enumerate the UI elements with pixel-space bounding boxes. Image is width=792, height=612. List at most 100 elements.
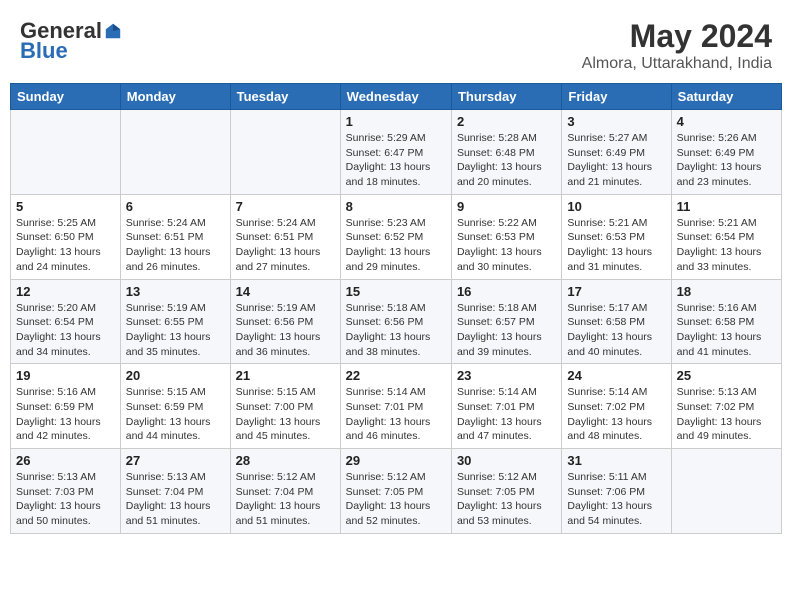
day-info: Sunrise: 5:14 AMSunset: 7:01 PMDaylight:… <box>346 385 446 444</box>
weekday-header-row: SundayMondayTuesdayWednesdayThursdayFrid… <box>11 84 782 110</box>
calendar-day-13: 13 Sunrise: 5:19 AMSunset: 6:55 PMDayligh… <box>120 279 230 364</box>
day-info: Sunrise: 5:12 AMSunset: 7:04 PMDaylight:… <box>236 470 335 529</box>
day-number: 28 <box>236 453 335 468</box>
day-info: Sunrise: 5:21 AMSunset: 6:53 PMDaylight:… <box>567 216 665 275</box>
calendar-day-8: 8 Sunrise: 5:23 AMSunset: 6:52 PMDaylight… <box>340 194 451 279</box>
day-number: 8 <box>346 199 446 214</box>
day-number: 31 <box>567 453 665 468</box>
day-number: 4 <box>677 114 776 129</box>
calendar-day-18: 18 Sunrise: 5:16 AMSunset: 6:58 PMDayligh… <box>671 279 781 364</box>
day-info: Sunrise: 5:28 AMSunset: 6:48 PMDaylight:… <box>457 131 556 190</box>
weekday-header-thursday: Thursday <box>451 84 561 110</box>
day-number: 19 <box>16 368 115 383</box>
day-number: 10 <box>567 199 665 214</box>
day-number: 9 <box>457 199 556 214</box>
calendar-day-11: 11 Sunrise: 5:21 AMSunset: 6:54 PMDayligh… <box>671 194 781 279</box>
day-number: 11 <box>677 199 776 214</box>
calendar-day-27: 27 Sunrise: 5:13 AMSunset: 7:04 PMDayligh… <box>120 449 230 534</box>
day-number: 1 <box>346 114 446 129</box>
calendar-empty-cell <box>120 110 230 195</box>
day-info: Sunrise: 5:16 AMSunset: 6:58 PMDaylight:… <box>677 301 776 360</box>
calendar-day-29: 29Sunrise: 5:12 AMSunset: 7:05 PMDayligh… <box>340 449 451 534</box>
day-info: Sunrise: 5:25 AMSunset: 6:50 PMDaylight:… <box>16 216 115 275</box>
calendar-week-row: 1 Sunrise: 5:29 AMSunset: 6:47 PMDaylight… <box>11 110 782 195</box>
calendar-day-21: 21 Sunrise: 5:15 AMSunset: 7:00 PMDayligh… <box>230 364 340 449</box>
calendar-day-31: 31 Sunrise: 5:11 AMSunset: 7:06 PMDayligh… <box>562 449 671 534</box>
day-number: 15 <box>346 284 446 299</box>
day-number: 6 <box>126 199 225 214</box>
day-info: Sunrise: 5:26 AMSunset: 6:49 PMDaylight:… <box>677 131 776 190</box>
month-title: May 2024 <box>582 18 772 55</box>
calendar-day-28: 28 Sunrise: 5:12 AMSunset: 7:04 PMDayligh… <box>230 449 340 534</box>
day-info: Sunrise: 5:21 AMSunset: 6:54 PMDaylight:… <box>677 216 776 275</box>
day-number: 21 <box>236 368 335 383</box>
logo-icon <box>104 22 122 40</box>
calendar-week-row: 5 Sunrise: 5:25 AMSunset: 6:50 PMDaylight… <box>11 194 782 279</box>
day-info: Sunrise: 5:12 AMSunset: 7:05 PMDaylight:… <box>457 470 556 529</box>
day-info: Sunrise: 5:12 AMSunset: 7:05 PMDaylight:… <box>346 470 446 529</box>
day-info: Sunrise: 5:16 AMSunset: 6:59 PMDaylight:… <box>16 385 115 444</box>
calendar-day-9: 9 Sunrise: 5:22 AMSunset: 6:53 PMDaylight… <box>451 194 561 279</box>
day-number: 26 <box>16 453 115 468</box>
calendar-day-23: 23 Sunrise: 5:14 AMSunset: 7:01 PMDayligh… <box>451 364 561 449</box>
calendar-day-4: 4 Sunrise: 5:26 AMSunset: 6:49 PMDaylight… <box>671 110 781 195</box>
day-info: Sunrise: 5:13 AMSunset: 7:04 PMDaylight:… <box>126 470 225 529</box>
day-number: 5 <box>16 199 115 214</box>
day-number: 14 <box>236 284 335 299</box>
day-number: 7 <box>236 199 335 214</box>
calendar-day-7: 7 Sunrise: 5:24 AMSunset: 6:51 PMDaylight… <box>230 194 340 279</box>
day-number: 17 <box>567 284 665 299</box>
day-info: Sunrise: 5:23 AMSunset: 6:52 PMDaylight:… <box>346 216 446 275</box>
weekday-header-sunday: Sunday <box>11 84 121 110</box>
day-number: 25 <box>677 368 776 383</box>
weekday-header-wednesday: Wednesday <box>340 84 451 110</box>
title-block: May 2024 Almora, Uttarakhand, India <box>582 18 772 73</box>
day-info: Sunrise: 5:18 AMSunset: 6:56 PMDaylight:… <box>346 301 446 360</box>
day-number: 16 <box>457 284 556 299</box>
calendar-day-22: 22 Sunrise: 5:14 AMSunset: 7:01 PMDayligh… <box>340 364 451 449</box>
calendar-day-19: 19 Sunrise: 5:16 AMSunset: 6:59 PMDayligh… <box>11 364 121 449</box>
calendar-day-24: 24Sunrise: 5:14 AMSunset: 7:02 PMDayligh… <box>562 364 671 449</box>
calendar-day-12: 12 Sunrise: 5:20 AMSunset: 6:54 PMDayligh… <box>11 279 121 364</box>
day-number: 23 <box>457 368 556 383</box>
location-title: Almora, Uttarakhand, India <box>582 55 772 73</box>
day-number: 27 <box>126 453 225 468</box>
day-number: 12 <box>16 284 115 299</box>
logo: General Blue <box>20 18 122 64</box>
day-info: Sunrise: 5:13 AMSunset: 7:03 PMDaylight:… <box>16 470 115 529</box>
calendar-day-3: 3Sunrise: 5:27 AMSunset: 6:49 PMDaylight… <box>562 110 671 195</box>
day-number: 13 <box>126 284 225 299</box>
calendar-day-17: 17Sunrise: 5:17 AMSunset: 6:58 PMDayligh… <box>562 279 671 364</box>
day-info: Sunrise: 5:20 AMSunset: 6:54 PMDaylight:… <box>16 301 115 360</box>
calendar-day-10: 10 Sunrise: 5:21 AMSunset: 6:53 PMDayligh… <box>562 194 671 279</box>
calendar-day-1: 1 Sunrise: 5:29 AMSunset: 6:47 PMDaylight… <box>340 110 451 195</box>
day-info: Sunrise: 5:24 AMSunset: 6:51 PMDaylight:… <box>236 216 335 275</box>
calendar-table: SundayMondayTuesdayWednesdayThursdayFrid… <box>10 83 782 534</box>
day-number: 20 <box>126 368 225 383</box>
calendar-day-26: 26 Sunrise: 5:13 AMSunset: 7:03 PMDayligh… <box>11 449 121 534</box>
day-number: 3 <box>567 114 665 129</box>
weekday-header-friday: Friday <box>562 84 671 110</box>
day-number: 22 <box>346 368 446 383</box>
day-number: 24 <box>567 368 665 383</box>
day-number: 2 <box>457 114 556 129</box>
day-info: Sunrise: 5:22 AMSunset: 6:53 PMDaylight:… <box>457 216 556 275</box>
logo-blue-text: Blue <box>20 38 68 64</box>
day-info: Sunrise: 5:24 AMSunset: 6:51 PMDaylight:… <box>126 216 225 275</box>
day-info: Sunrise: 5:13 AMSunset: 7:02 PMDaylight:… <box>677 385 776 444</box>
day-info: Sunrise: 5:15 AMSunset: 7:00 PMDaylight:… <box>236 385 335 444</box>
day-info: Sunrise: 5:19 AMSunset: 6:55 PMDaylight:… <box>126 301 225 360</box>
day-number: 18 <box>677 284 776 299</box>
calendar-empty-cell <box>230 110 340 195</box>
calendar-day-16: 16Sunrise: 5:18 AMSunset: 6:57 PMDayligh… <box>451 279 561 364</box>
calendar-empty-cell <box>11 110 121 195</box>
calendar-day-5: 5 Sunrise: 5:25 AMSunset: 6:50 PMDaylight… <box>11 194 121 279</box>
calendar-day-6: 6 Sunrise: 5:24 AMSunset: 6:51 PMDaylight… <box>120 194 230 279</box>
day-info: Sunrise: 5:11 AMSunset: 7:06 PMDaylight:… <box>567 470 665 529</box>
day-info: Sunrise: 5:19 AMSunset: 6:56 PMDaylight:… <box>236 301 335 360</box>
day-info: Sunrise: 5:29 AMSunset: 6:47 PMDaylight:… <box>346 131 446 190</box>
calendar-day-30: 30Sunrise: 5:12 AMSunset: 7:05 PMDayligh… <box>451 449 561 534</box>
day-info: Sunrise: 5:15 AMSunset: 6:59 PMDaylight:… <box>126 385 225 444</box>
day-info: Sunrise: 5:14 AMSunset: 7:01 PMDaylight:… <box>457 385 556 444</box>
page-header: General Blue May 2024 Almora, Uttarakhan… <box>10 10 782 79</box>
